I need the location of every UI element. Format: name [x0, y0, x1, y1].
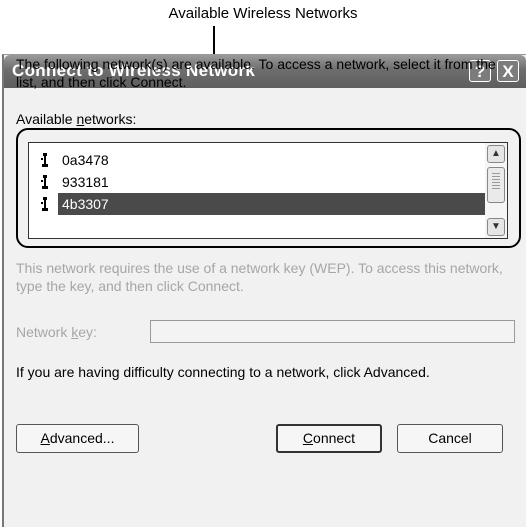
list-item[interactable]: 0a3478 — [29, 149, 484, 171]
figure-caption: Available Wireless Networks — [168, 5, 358, 22]
list-item[interactable]: 933181 — [29, 171, 484, 193]
network-name: 4b3307 — [58, 193, 490, 215]
scroll-up-button[interactable]: ▲ — [487, 145, 505, 163]
wireless-antenna-icon — [41, 153, 48, 167]
scroll-thumb[interactable] — [487, 167, 505, 203]
wep-info-text: This network requires the use of a netwo… — [16, 260, 503, 294]
vertical-scrollbar[interactable]: ▲ ▼ — [485, 143, 507, 238]
network-key-label: Network key: — [16, 324, 97, 340]
network-name: 0a3478 — [62, 152, 109, 168]
network-key-field[interactable] — [150, 320, 515, 343]
available-networks-label: Available networks: — [16, 111, 137, 127]
network-name: 933181 — [62, 174, 109, 190]
connect-button[interactable]: Connect — [276, 424, 382, 453]
advanced-button[interactable]: Advanced... — [16, 424, 139, 453]
list-item-selected[interactable]: 4b3307 — [29, 193, 490, 215]
networks-listbox[interactable]: 0a3478 933181 4b3307 ▲ ▼ — [28, 142, 508, 239]
cancel-button[interactable]: Cancel — [397, 424, 503, 453]
wireless-antenna-icon — [41, 175, 48, 189]
intro-text: The following network(s) are available. … — [16, 56, 496, 90]
scroll-down-button[interactable]: ▼ — [487, 218, 505, 236]
difficulty-text: If you are having difficulty connecting … — [16, 364, 430, 380]
wireless-antenna-icon — [41, 197, 48, 211]
